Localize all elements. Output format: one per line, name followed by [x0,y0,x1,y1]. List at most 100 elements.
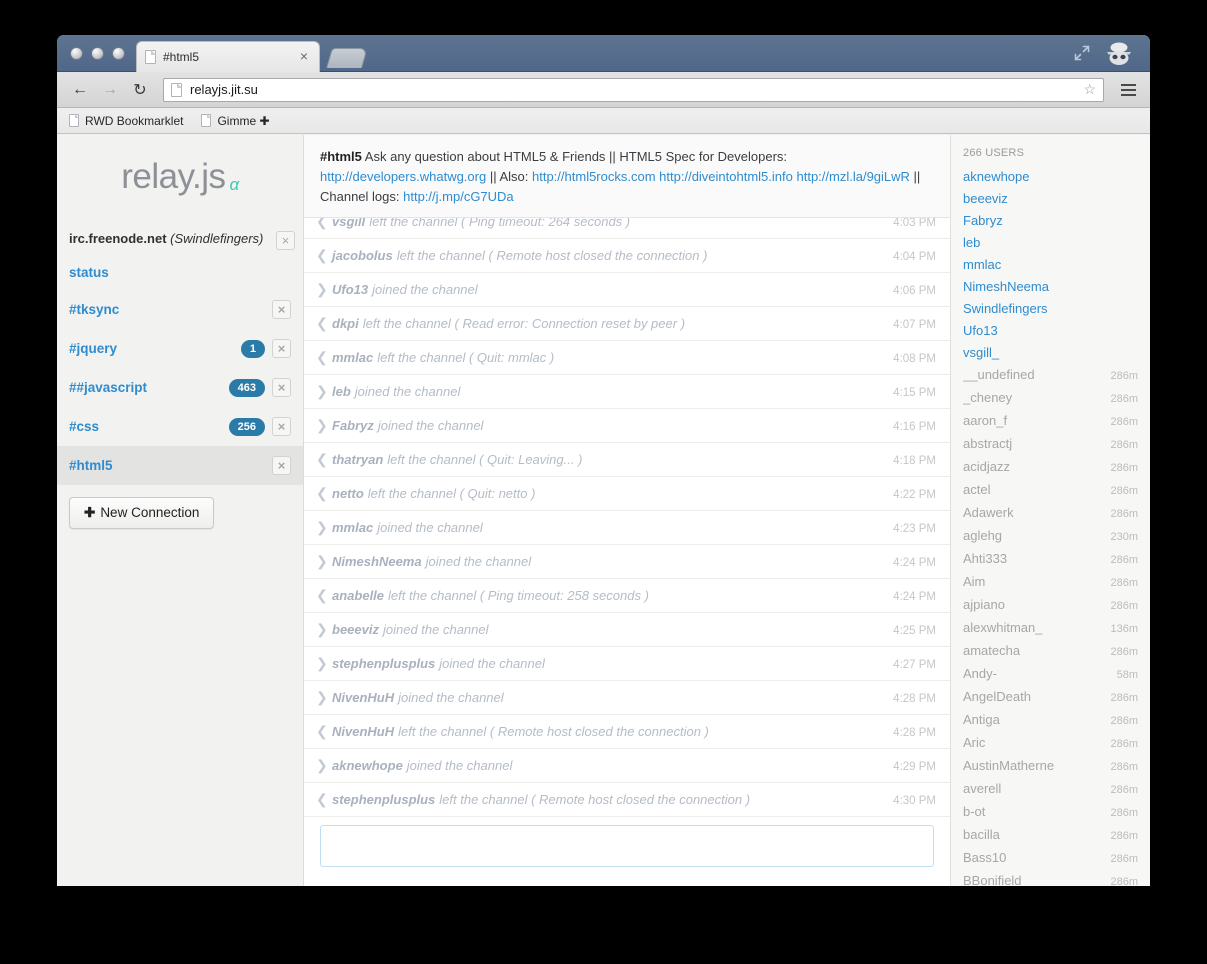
topic-link-html5rocks[interactable]: http://html5rocks.com [532,169,656,184]
user-list-item[interactable]: Adawerk 286m [951,502,1150,525]
unread-badge: 256 [228,417,265,436]
forward-button[interactable]: → [97,77,123,103]
leave-arrow-icon: ❮ [316,485,328,501]
leave-arrow-icon: ❮ [316,791,328,807]
message-timestamp: 4:27 PM [893,659,936,671]
reload-button[interactable]: ↻ [127,77,153,103]
bookmark-gimme[interactable]: Gimme ✚ [201,114,270,128]
user-nick: Antiga [963,712,1000,727]
user-list-item[interactable]: b-ot 286m [951,801,1150,824]
address-bar[interactable]: relayjs.jit.su ☆ [163,77,1104,102]
user-list-item[interactable]: __undefined 286m [951,364,1150,387]
user-list-item[interactable]: amatecha 286m [951,640,1150,663]
incognito-icon[interactable] [1102,40,1136,66]
message-nick: jacobolus [332,248,393,263]
user-list-item[interactable]: leb [951,232,1150,254]
user-list-item[interactable]: AustinMatherne 286m [951,755,1150,778]
close-icon[interactable]: × [297,49,311,64]
sidebar-item-tksync[interactable]: #tksync × [57,290,303,329]
bookmark-rwd-bookmarklet[interactable]: RWD Bookmarklet [69,114,183,128]
user-list-item[interactable]: BBonifield 286m [951,870,1150,886]
user-nick: BBonifield [963,873,1022,886]
user-list-item[interactable]: actel 286m [951,479,1150,502]
browser-tabstrip: #html5 × [57,35,1150,72]
user-list-item[interactable]: Antiga 286m [951,709,1150,732]
user-list-item[interactable]: Ahti333 286m [951,548,1150,571]
message-row: ❯ Ufo13 joined the channel 4:06 PM [304,273,950,307]
user-list-item[interactable]: Aric 286m [951,732,1150,755]
user-nick: alexwhitman_ [963,620,1043,635]
close-icon[interactable]: × [272,339,291,358]
close-icon[interactable]: × [272,417,291,436]
sidebar-item-jquery[interactable]: #jquery 1 × [57,329,303,368]
message-text: left the channel ( Remote host closed th… [396,248,708,263]
new-tab-button[interactable] [326,48,368,68]
sidebar-item-label: #tksync [69,302,120,317]
close-icon[interactable]: × [272,300,291,319]
user-list-item[interactable]: Swindlefingers [951,298,1150,320]
join-arrow-icon: ❯ [316,519,328,535]
user-list-item[interactable]: alexwhitman_ 136m [951,617,1150,640]
topic-link-whatwg[interactable]: http://developers.whatwg.org [320,169,486,184]
user-nick: AngelDeath [963,689,1031,704]
user-list-item[interactable]: aaron_f 286m [951,410,1150,433]
sidebar-item-css[interactable]: #css 256 × [57,407,303,446]
sidebar-item-javascript[interactable]: ##javascript 463 × [57,368,303,407]
close-window-button[interactable] [70,47,83,60]
close-icon[interactable]: × [272,456,291,475]
user-list-item[interactable]: ajpiano 286m [951,594,1150,617]
minimize-window-button[interactable] [91,47,104,60]
browser-tab[interactable]: #html5 × [136,41,320,72]
user-idle-time: 286m [1110,370,1138,382]
leave-arrow-icon: ❮ [316,587,328,603]
fullscreen-icon[interactable] [1073,44,1091,62]
user-list-item[interactable]: AngelDeath 286m [951,686,1150,709]
user-nick: NimeshNeema [963,279,1049,294]
user-list-item[interactable]: aglehg 230m [951,525,1150,548]
user-idle-time: 286m [1110,439,1138,451]
user-list-item[interactable]: vsgill_ [951,342,1150,364]
user-list-item[interactable]: Aim 286m [951,571,1150,594]
new-connection-button[interactable]: ✚ New Connection [69,497,215,529]
message-list[interactable]: ❮cropdevleft the channel ( Ping timeout:… [304,218,950,817]
user-nick: averell [963,781,1002,796]
topic-link-mzl[interactable]: http://mzl.la/9giLwR [797,169,910,184]
user-list-panel[interactable]: 266 USERS aknewhope beeeviz Fabryz leb mmlac… [951,135,1150,886]
back-button[interactable]: ← [67,77,93,103]
message-row: ❮ jacobolus left the channel ( Remote host… [304,239,950,273]
topic-link-diveintohtml5[interactable]: http://diveintohtml5.info [659,169,793,184]
user-list-item[interactable]: abstractj 286m [951,433,1150,456]
user-nick: amatecha [963,643,1021,658]
leave-arrow-icon: ❮ [316,218,328,229]
user-list-item[interactable]: mmlac [951,254,1150,276]
close-icon[interactable]: × [276,231,295,250]
bookmark-favicon-icon [201,114,212,127]
user-nick: aglehg [963,528,1003,543]
message-input[interactable] [320,825,934,867]
message-nick: stephenplusplus [332,792,436,807]
user-list-item[interactable]: averell 286m [951,778,1150,801]
sidebar-item-html5[interactable]: #html5 × [57,446,303,485]
user-list-item[interactable]: bacilla 286m [951,824,1150,847]
user-list-item[interactable]: acidjazz 286m [951,456,1150,479]
user-list-item[interactable]: beeeviz [951,188,1150,210]
bookmark-star-icon[interactable]: ☆ [1083,81,1096,98]
message-row: ❮ stephenplusplus left the channel ( Remot… [304,783,950,817]
server-row[interactable]: irc.freenode.net (Swindlefingers) × [57,223,303,254]
topic-link-channel-logs[interactable]: http://j.mp/cG7UDa [403,189,514,204]
user-list-item[interactable]: Fabryz [951,210,1150,232]
user-list-item[interactable]: aknewhope [951,166,1150,188]
maximize-window-button[interactable] [112,47,125,60]
user-list-item[interactable]: Bass10 286m [951,847,1150,870]
user-list-item[interactable]: _cheney 286m [951,387,1150,410]
user-list-item[interactable]: NimeshNeema [951,276,1150,298]
user-list-item[interactable]: Andy- 58m [951,663,1150,686]
sidebar-item-status[interactable]: status [57,254,303,290]
browser-menu-button[interactable] [1116,77,1140,103]
message-nick: beeeviz [332,622,379,637]
message-nick: NivenHuH [332,724,395,739]
close-icon[interactable]: × [272,378,291,397]
sidebar-item-label: #css [69,419,100,434]
user-list-item[interactable]: Ufo13 [951,320,1150,342]
message-text: joined the channel [354,384,461,399]
